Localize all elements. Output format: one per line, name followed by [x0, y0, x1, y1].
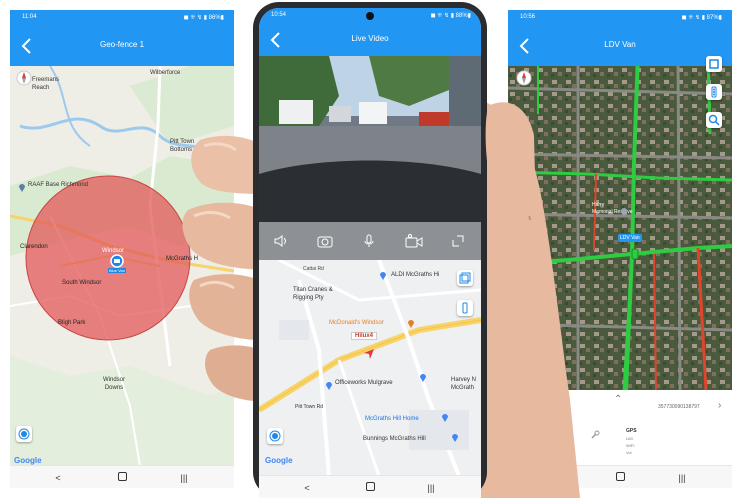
app-bar: LDV Van: [508, 26, 732, 66]
map-pin-icon: [621, 208, 627, 216]
speaker-icon[interactable]: [273, 234, 289, 248]
status-time: 10:54: [271, 12, 287, 18]
gps-label: GPS: [626, 428, 637, 434]
vehicle-marker-icon[interactable]: [110, 254, 124, 268]
google-logo: Google: [14, 456, 42, 465]
zoom-search-icon[interactable]: [706, 112, 722, 128]
chevron-up-icon[interactable]: ⌃: [614, 394, 622, 405]
battery-icon[interactable]: [457, 300, 473, 316]
compass-icon[interactable]: [16, 70, 32, 86]
nav-recents-icon[interactable]: |||: [676, 472, 688, 484]
live-video-feed[interactable]: [259, 56, 481, 222]
map-label-raaf: RAAF Base Richmond: [28, 182, 89, 188]
nav-home-icon[interactable]: [614, 472, 626, 484]
nav-home-icon[interactable]: [116, 472, 128, 484]
video-control-bar: [259, 222, 481, 260]
copy-icon[interactable]: [457, 270, 473, 286]
map-label-clarendon: Clarendon: [20, 244, 48, 250]
map-label-officeworks: Officeworks Mulgrave: [335, 380, 393, 386]
map-label-wilberforce: Wilberforce: [150, 70, 181, 76]
nav-home-icon[interactable]: [364, 482, 376, 494]
map-label-windsor-downs: Windsor Downs: [102, 377, 125, 391]
map-pin-icon: [19, 184, 25, 192]
my-location-icon[interactable]: [267, 428, 283, 444]
record-icon[interactable]: [405, 234, 423, 248]
map-label-cattai-rd: Cattai Rd: [303, 266, 324, 272]
my-location-icon[interactable]: [16, 426, 32, 442]
google-logo: Google: [265, 456, 293, 465]
map-label-south-windsor: South Windsor: [62, 280, 102, 286]
compass-icon[interactable]: [516, 70, 532, 86]
map-label-bligh-park: Bligh Park: [58, 320, 86, 326]
gps-line-1: L83: [626, 436, 633, 441]
app-bar: Geo-fence 1: [10, 26, 234, 66]
map-label-harvey: Harvey N McGrath: [451, 377, 477, 391]
traffic-light-icon[interactable]: [706, 84, 722, 100]
page-title: Live Video: [351, 34, 389, 43]
thumb-image: [485, 102, 536, 216]
page-title: Geo-fence 1: [99, 40, 145, 49]
vehicle-marker-icon[interactable]: [363, 348, 375, 360]
page-title: LDV Van: [604, 40, 636, 49]
nav-bar: < |||: [259, 475, 481, 498]
map-pin-icon: [380, 272, 386, 280]
nav-back-icon[interactable]: <: [301, 482, 313, 494]
fullscreen-icon[interactable]: [451, 234, 465, 248]
status-bar: 10:56 ◼ ⁜ ↯ ▮ 87%▮: [508, 10, 732, 26]
camera-icon[interactable]: [317, 234, 333, 248]
map-label-mcdonalds: McDonald's Windsor: [329, 320, 384, 326]
device-id: 357730090138797: [658, 404, 700, 410]
chevron-right-icon[interactable]: ›: [718, 400, 721, 411]
app-bar: Live Video: [259, 24, 481, 56]
vehicle-label: Blue Van: [108, 268, 126, 273]
map-label-freemans-reach: Freemans Reach: [32, 77, 60, 91]
gps-line-3: Vol: [626, 450, 632, 455]
map-label-aldi: ALDI McGraths Hi: [391, 272, 440, 278]
map-label-pitt-town-rd: Pitt Town Rd: [295, 404, 323, 410]
map-pin-icon: [420, 374, 426, 382]
map-label-bunnings: Bunnings McGraths Hill: [363, 436, 426, 442]
status-icons: ◼ ⁜ ↯ ▮ 88%▮: [430, 13, 471, 19]
vehicle-label: Hilux4: [351, 332, 378, 340]
map-pin-icon: [326, 382, 332, 390]
vehicle-marker-icon[interactable]: [630, 248, 640, 260]
vehicle-label: LDV Van: [618, 234, 642, 242]
nav-back-icon[interactable]: <: [52, 472, 64, 484]
map-label-titan: Titan Cranes & Rigging Pty: [293, 287, 333, 301]
center-phone: 10:54 ◼ ⁜ ↯ ▮ 88%▮ Live Video Cattai Rd …: [259, 8, 481, 498]
map-pin-icon: [442, 414, 448, 422]
front-camera: [366, 12, 374, 20]
status-icons: ◼ ⁜ ↯ ▮ 87%▮: [681, 15, 722, 21]
nav-recents-icon[interactable]: |||: [425, 482, 437, 494]
map-pin-icon: [452, 434, 458, 442]
map-pin-icon: [408, 320, 414, 328]
status-bar: 11:04 ◼ ⁜ ↯ ▮ 86%▮: [10, 10, 234, 26]
gps-line-2: WIFI: [626, 443, 635, 448]
map-label-home: McGraths Hill Home: [365, 416, 419, 422]
status-time: 10:56: [520, 14, 536, 20]
mic-icon[interactable]: [361, 234, 377, 248]
layers-icon[interactable]: [706, 56, 722, 72]
status-time: 11:04: [22, 14, 37, 20]
status-icons: ◼ ⁜ ↯ ▮ 86%▮: [183, 15, 224, 21]
